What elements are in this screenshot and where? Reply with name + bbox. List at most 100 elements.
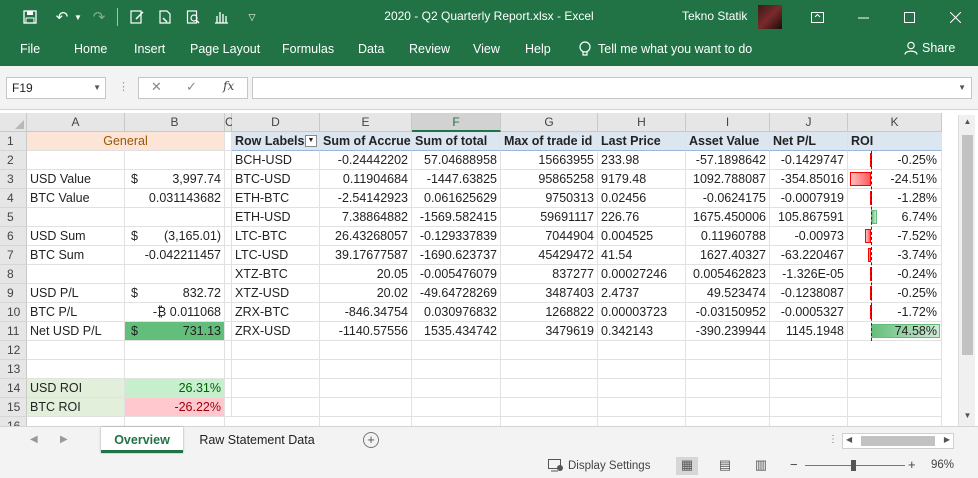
summary-value[interactable]: $731.13 [125, 322, 225, 341]
row-header-13[interactable]: 13 [0, 360, 27, 379]
zoom-out-icon[interactable]: − [790, 457, 798, 472]
cell-empty[interactable] [232, 360, 320, 379]
cell-empty[interactable] [232, 398, 320, 417]
pivot-header-5[interactable]: Asset Value [686, 132, 770, 151]
pivot-cell-pl[interactable]: -0.0007919 [770, 189, 848, 208]
pivot-cell-roi[interactable]: -7.52% [848, 227, 942, 246]
tab-view[interactable]: View [473, 42, 500, 56]
sheet-tab-raw-statement-data[interactable]: Raw Statement Data [188, 427, 326, 453]
formula-input[interactable]: ▼ [252, 77, 972, 99]
tab-formulas[interactable]: Formulas [282, 42, 334, 56]
row-header-2[interactable]: 2 [0, 151, 27, 170]
cell-empty[interactable] [598, 417, 686, 426]
cell-c[interactable] [225, 360, 232, 379]
pivot-cell-label[interactable]: BTC-USD [232, 170, 320, 189]
cell-empty[interactable] [232, 379, 320, 398]
pivot-cell-price[interactable]: 0.00003723 [598, 303, 686, 322]
pivot-cell-trade_id[interactable]: 59691117 [501, 208, 598, 227]
zoom-slider-knob[interactable] [851, 460, 856, 471]
scroll-right-icon[interactable]: ▶ [944, 435, 950, 444]
summary-label[interactable]: BTC ROI [27, 398, 125, 417]
pivot-cell-roi[interactable]: -3.74% [848, 246, 942, 265]
maximize-icon[interactable] [886, 0, 932, 34]
pivot-cell-price[interactable]: 0.342143 [598, 322, 686, 341]
pivot-cell-pl[interactable]: -1.326E-05 [770, 265, 848, 284]
summary-value[interactable] [125, 151, 225, 170]
pivot-header-1[interactable]: Sum of Accrue [320, 132, 412, 151]
row-header-5[interactable]: 5 [0, 208, 27, 227]
horizontal-scrollbar[interactable]: ◀ ▶ [842, 433, 954, 449]
summary-value[interactable]: $832.72 [125, 284, 225, 303]
cell-b16[interactable] [125, 417, 225, 426]
column-header-h[interactable]: H [598, 113, 686, 132]
pivot-cell-total[interactable]: 0.061625629 [412, 189, 501, 208]
pivot-cell-total[interactable]: -0.005476079 [412, 265, 501, 284]
normal-view-icon[interactable]: ▦ [676, 457, 698, 475]
row-header-4[interactable]: 4 [0, 189, 27, 208]
cell-c[interactable] [225, 246, 232, 265]
zoom-in-icon[interactable]: + [908, 457, 916, 472]
pivot-cell-accrue[interactable]: 26.43268057 [320, 227, 412, 246]
summary-label[interactable]: USD ROI [27, 379, 125, 398]
pivot-cell-roi[interactable]: -24.51% [848, 170, 942, 189]
column-header-a[interactable]: A [27, 113, 125, 132]
pivot-cell-roi[interactable]: 6.74% [848, 208, 942, 227]
summary-value[interactable] [125, 208, 225, 227]
pivot-cell-total[interactable]: 57.04688958 [412, 151, 501, 170]
pivot-cell-trade_id[interactable]: 95865258 [501, 170, 598, 189]
pivot-cell-trade_id[interactable]: 3487403 [501, 284, 598, 303]
pivot-cell-label[interactable]: ZRX-USD [232, 322, 320, 341]
cell-a16[interactable] [27, 417, 125, 426]
pivot-cell-label[interactable]: LTC-BTC [232, 227, 320, 246]
pivot-cell-asset[interactable]: 49.523474 [686, 284, 770, 303]
pivot-cell-trade_id[interactable]: 837277 [501, 265, 598, 284]
cell-empty[interactable] [598, 360, 686, 379]
scroll-down-icon[interactable]: ▼ [961, 411, 974, 424]
pivot-cell-accrue[interactable]: -2.54142923 [320, 189, 412, 208]
avatar[interactable] [758, 5, 782, 29]
cell-empty[interactable] [320, 360, 412, 379]
vertical-scrollbar[interactable]: ▲ ▼ [958, 115, 975, 426]
summary-value[interactable] [125, 265, 225, 284]
chevron-down-icon[interactable]: ▼ [93, 83, 101, 92]
pivot-header-4[interactable]: Last Price [598, 132, 686, 151]
summary-label[interactable] [27, 360, 125, 379]
cell-empty[interactable] [412, 398, 501, 417]
cell-empty[interactable] [232, 417, 320, 426]
pivot-cell-trade_id[interactable]: 3479619 [501, 322, 598, 341]
zoom-level[interactable]: 96% [931, 459, 954, 471]
pivot-cell-trade_id[interactable]: 9750313 [501, 189, 598, 208]
pivot-cell-price[interactable]: 233.98 [598, 151, 686, 170]
pivot-cell-label[interactable]: LTC-USD [232, 246, 320, 265]
cell-empty[interactable] [412, 379, 501, 398]
sheet-options-icon[interactable]: ⋮ [828, 434, 838, 445]
pivot-cell-roi[interactable]: -1.72% [848, 303, 942, 322]
pivot-cell-asset[interactable]: 1627.40327 [686, 246, 770, 265]
pivot-cell-pl[interactable]: -0.1429747 [770, 151, 848, 170]
cell-empty[interactable] [232, 341, 320, 360]
row-header-15[interactable]: 15 [0, 398, 27, 417]
sheet-prev-icon[interactable]: ◀ [30, 434, 38, 445]
pivot-cell-pl[interactable]: -0.1238087 [770, 284, 848, 303]
cell-empty[interactable] [770, 379, 848, 398]
pivot-header-0[interactable]: Row Labels ▼ [232, 132, 320, 151]
pivot-cell-roi[interactable]: -0.25% [848, 284, 942, 303]
pivot-cell-trade_id[interactable]: 45429472 [501, 246, 598, 265]
cell-empty[interactable] [770, 398, 848, 417]
cell-c[interactable] [225, 208, 232, 227]
enter-icon[interactable]: ✓ [186, 79, 197, 95]
cell-empty[interactable] [412, 360, 501, 379]
column-header-e[interactable]: E [320, 113, 412, 132]
pivot-cell-accrue[interactable]: 7.38864882 [320, 208, 412, 227]
summary-value[interactable]: $3,997.74 [125, 170, 225, 189]
pivot-cell-pl[interactable]: -0.0005327 [770, 303, 848, 322]
pivot-cell-accrue[interactable]: -846.34754 [320, 303, 412, 322]
pivot-cell-label[interactable]: ETH-USD [232, 208, 320, 227]
expand-formula-bar-icon[interactable]: ▼ [958, 83, 966, 92]
cell-empty[interactable] [501, 398, 598, 417]
pivot-cell-total[interactable]: 1535.434742 [412, 322, 501, 341]
cell-c[interactable] [225, 379, 232, 398]
pivot-cell-price[interactable]: 0.02456 [598, 189, 686, 208]
cell-empty[interactable] [320, 398, 412, 417]
filter-dropdown-icon[interactable]: ▼ [305, 135, 317, 147]
